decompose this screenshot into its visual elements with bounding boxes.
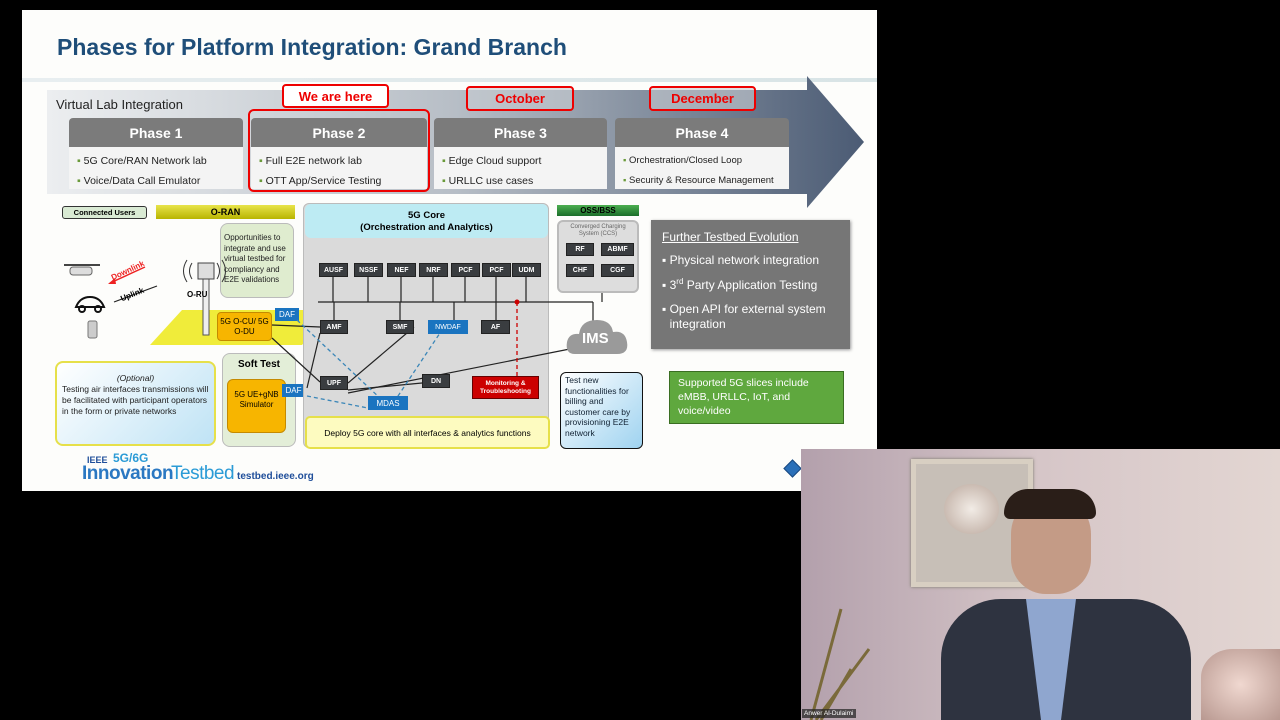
- nf-nssf: NSSF: [354, 263, 383, 277]
- webcam-video: Anwer Al-Dulaimi: [801, 449, 1280, 720]
- person-hair: [1004, 489, 1096, 519]
- ccs-abmf: ABMF: [601, 243, 634, 256]
- further-evolution-panel: Further Testbed Evolution ▪ Physical net…: [651, 220, 850, 349]
- ccs-label: Converged Charging System (CCS): [570, 224, 626, 237]
- dn-box: DN: [422, 374, 450, 388]
- deploy-note: Deploy 5G core with all interfaces & ana…: [305, 416, 550, 449]
- further-title: Further Testbed Evolution: [662, 230, 799, 244]
- plant: [809, 608, 871, 720]
- further-item: ▪ Open API for external system integrati…: [662, 302, 839, 332]
- logo-innovation: Innovation: [82, 463, 174, 484]
- further-item-text: Physical network integration: [669, 253, 820, 267]
- further-item-text: Party Application Testing: [683, 278, 818, 292]
- nf-nef: NEF: [387, 263, 416, 277]
- further-item-text: Open API for external system integration: [669, 302, 826, 331]
- nf-nwdaf: NWDAF: [428, 320, 468, 334]
- ccs-box: Converged Charging System (CCS): [557, 220, 639, 293]
- ccs-rf: RF: [566, 243, 594, 256]
- further-item: ▪ Physical network integration: [662, 253, 820, 267]
- ccs-chf: CHF: [566, 264, 594, 277]
- nf-smf: SMF: [386, 320, 414, 334]
- ims-label: IMS: [582, 330, 609, 347]
- logo-url: testbed.ieee.org: [237, 471, 314, 482]
- nf-udm: UDM: [512, 263, 541, 277]
- slices-note: Supported 5G slices include eMBB, URLLC,…: [669, 371, 844, 424]
- monitoring-box: Monitoring & Troubleshooting: [472, 376, 539, 399]
- test-new-note: Test new functionalities for billing and…: [560, 372, 643, 449]
- nf-upf: UPF: [320, 376, 348, 390]
- nf-ausf: AUSF: [319, 263, 348, 277]
- further-item: ▪ 3rd Party Application Testing: [662, 277, 818, 292]
- nf-af: AF: [481, 320, 510, 334]
- nf-pcf-2: PCF: [482, 263, 511, 277]
- ccs-cgf: CGF: [601, 264, 634, 277]
- mdas-box: MDAS: [368, 396, 408, 410]
- logo-testbed: Testbed: [171, 463, 235, 484]
- flowers: [1201, 649, 1280, 720]
- oss-bss-bar: OSS/BSS: [557, 205, 639, 216]
- presentation-slide: Phases for Platform Integration: Grand B…: [22, 10, 877, 491]
- nf-nrf: NRF: [419, 263, 448, 277]
- nf-amf: AMF: [320, 320, 348, 334]
- ieee-testbed-logo: IEEE 5G/6G Innovation Testbed testbed.ie…: [82, 450, 322, 486]
- participant-name-label: Anwer Al-Dulaimi: [802, 709, 856, 718]
- nf-pcf: PCF: [451, 263, 480, 277]
